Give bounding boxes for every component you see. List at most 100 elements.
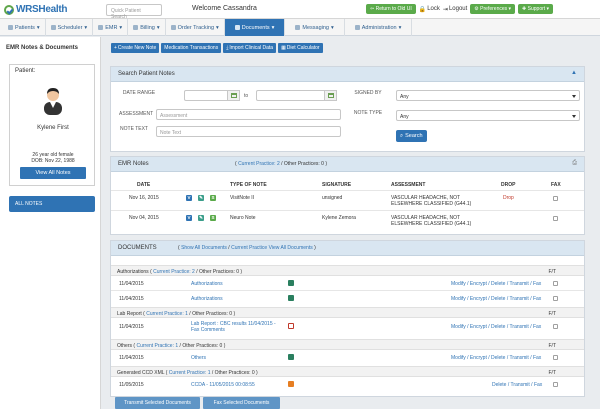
search-button[interactable]: ⌕ Search — [396, 130, 427, 142]
doc-actions[interactable]: Modify / Encrypt / Delete / Transmit / F… — [451, 324, 541, 330]
all-notes-item[interactable]: ALL NOTES — [9, 196, 95, 212]
import-clinical-data-button[interactable]: ⤓ Import Clinical Data — [223, 43, 277, 53]
sign-note-icon[interactable]: S — [210, 195, 216, 201]
quick-patient-search-input[interactable]: Quick Patient Search — [106, 4, 162, 20]
ft-header: F/T — [548, 311, 557, 317]
drop-link[interactable]: Drop — [503, 195, 514, 201]
lock-icon: 🔒 — [418, 6, 427, 13]
sign-note-icon[interactable]: S — [210, 215, 216, 221]
xml-icon[interactable] — [288, 381, 294, 387]
nav-documents[interactable]: Documents ▾ — [224, 19, 286, 36]
date-range-label: DATE RANGE — [122, 90, 156, 96]
current-practice-link[interactable]: Current Practice — [231, 245, 267, 251]
nav-emr[interactable]: EMR ▾ — [93, 19, 129, 36]
group-label: Others — [117, 343, 133, 349]
return-label: Return to Old UI — [375, 6, 412, 12]
patient-dob: DOB: Nov 22, 1988 — [31, 158, 75, 164]
view-all-notes-button[interactable]: View All Notes — [20, 167, 86, 179]
lock-link[interactable]: 🔒 Lock — [419, 6, 440, 13]
doc-name-link[interactable]: Authorizations — [191, 296, 223, 302]
diet-calculator-button[interactable]: ▦ Diet Calculator — [278, 43, 323, 53]
assessment-input[interactable]: Assessment — [156, 109, 341, 120]
documents-panel: DOCUMENTS ( Show All Documents / Current… — [110, 240, 585, 397]
nav-patients[interactable]: Patients ▾ — [0, 19, 46, 36]
edit-note-icon[interactable]: ✎ — [198, 215, 204, 221]
logout-link[interactable]: ⇥ Logout — [443, 6, 467, 13]
fax-checkbox[interactable] — [553, 196, 558, 201]
doc-name-link[interactable]: CCDA - 11/05/2015 00:08:55 — [191, 382, 255, 388]
nav-administration[interactable]: Administration ▾ — [345, 19, 413, 36]
group-other-practices: Other Practices: 0 — [214, 370, 255, 376]
wrshealth-logo[interactable]: WRSHealth — [4, 3, 68, 16]
calendar-icon — [50, 25, 56, 30]
support-button[interactable]: ✚ Support ▾ — [518, 4, 554, 14]
doc-name-link[interactable]: Others — [191, 355, 206, 361]
logout-icon: ⇥ — [442, 6, 448, 13]
date-to-calendar-icon[interactable] — [324, 90, 337, 101]
medication-transactions-button[interactable]: Medication Transactions — [161, 43, 222, 53]
image-icon[interactable] — [288, 354, 294, 360]
billing-icon — [133, 25, 139, 30]
view-note-icon[interactable]: V — [186, 215, 192, 221]
note-signature: Kylene Zemora — [322, 215, 356, 221]
col-assessment: ASSESSMENT — [391, 182, 426, 188]
group-current-practice[interactable]: Current Practice: 1 — [136, 343, 178, 349]
doc-checkbox[interactable] — [553, 355, 558, 360]
show-all-documents-link[interactable]: Show All Documents — [181, 245, 227, 251]
note-type-select[interactable]: Any — [396, 110, 580, 121]
date-to-input[interactable] — [256, 90, 333, 101]
nav-label: Scheduler — [57, 24, 83, 31]
image-icon[interactable] — [288, 280, 294, 286]
date-from-calendar-icon[interactable] — [227, 90, 240, 101]
nav-billing[interactable]: Billing ▾ — [128, 19, 166, 36]
documents-title: DOCUMENTS — [118, 245, 157, 251]
nav-label: Billing — [140, 24, 155, 31]
group-current-practice[interactable]: Current Practice: 1 — [146, 311, 188, 317]
current-practice-link[interactable]: Current Practice: 2 — [238, 161, 280, 167]
doc-actions[interactable]: Modify / Encrypt / Delete / Transmit / F… — [451, 296, 541, 302]
nav-order-tracking[interactable]: Order Tracking ▾ — [166, 19, 225, 36]
pdf-icon[interactable] — [288, 323, 294, 329]
nav-scheduler[interactable]: Scheduler ▾ — [46, 19, 94, 36]
group-current-practice[interactable]: Current Practice: 1 — [169, 370, 211, 376]
ft-header: F/T — [548, 370, 557, 376]
nav-label: Documents — [241, 24, 270, 31]
return-to-old-ui-button[interactable]: ⇦ Return to Old UI — [366, 4, 416, 14]
doc-checkbox[interactable] — [553, 382, 558, 387]
action-buttons: + Create New Note Medication Transactions… — [111, 43, 323, 53]
nav-label: EMR — [105, 24, 118, 31]
print-icon[interactable]: ⎙ — [572, 160, 577, 167]
doc-actions[interactable]: Delete / Transmit / Fax — [492, 382, 542, 388]
emr-notes-header: EMR Notes ( Current Practice: 2 / Other … — [111, 157, 584, 172]
doc-checkbox[interactable] — [553, 324, 558, 329]
collapse-icon[interactable]: ▲ — [571, 70, 577, 76]
view-all-documents-link[interactable]: View All Documents — [269, 245, 313, 251]
search-button-label: Search — [405, 133, 423, 139]
button-label: Create New Note — [117, 45, 157, 51]
signed-by-select[interactable]: Any — [396, 90, 580, 101]
image-icon[interactable] — [288, 295, 294, 301]
col-date: DATE — [137, 182, 151, 188]
doc-name-link[interactable]: Authorizations — [191, 281, 223, 287]
patients-icon — [8, 25, 13, 30]
fax-selected-documents-button[interactable]: Fax Selected Documents — [203, 397, 280, 409]
doc-actions[interactable]: Modify / Encrypt / Delete / Transmit / F… — [451, 355, 541, 361]
group-current-practice[interactable]: Current Practice: 2 — [153, 269, 195, 275]
preferences-button[interactable]: ⚙ Preferences ▾ — [470, 4, 516, 14]
transmit-selected-documents-button[interactable]: Transmit Selected Documents — [115, 397, 200, 409]
doc-name-link[interactable]: Lab Report : CBC results 11/04/2015 - Fa… — [191, 321, 283, 333]
nav-label: Patients — [15, 24, 35, 31]
doc-checkbox[interactable] — [553, 296, 558, 301]
search-panel-header[interactable]: Search Patient Notes ▲ — [111, 67, 584, 82]
fax-checkbox[interactable] — [553, 216, 558, 221]
note-text-input[interactable]: Note Text — [156, 126, 341, 137]
nav-messaging[interactable]: Messaging ▾ — [285, 19, 345, 36]
edit-note-icon[interactable]: ✎ — [198, 195, 204, 201]
doc-checkbox[interactable] — [553, 281, 558, 286]
doc-date: 11/04/2015 — [119, 281, 144, 287]
patient-card: Patient: Kylene First 26 year old female… — [9, 64, 95, 186]
create-new-note-button[interactable]: + Create New Note — [111, 43, 160, 53]
doc-actions[interactable]: Modify / Encrypt / Delete / Transmit / F… — [451, 281, 541, 287]
view-note-icon[interactable]: V — [186, 195, 192, 201]
doc-date: 11/05/2015 — [119, 382, 144, 388]
